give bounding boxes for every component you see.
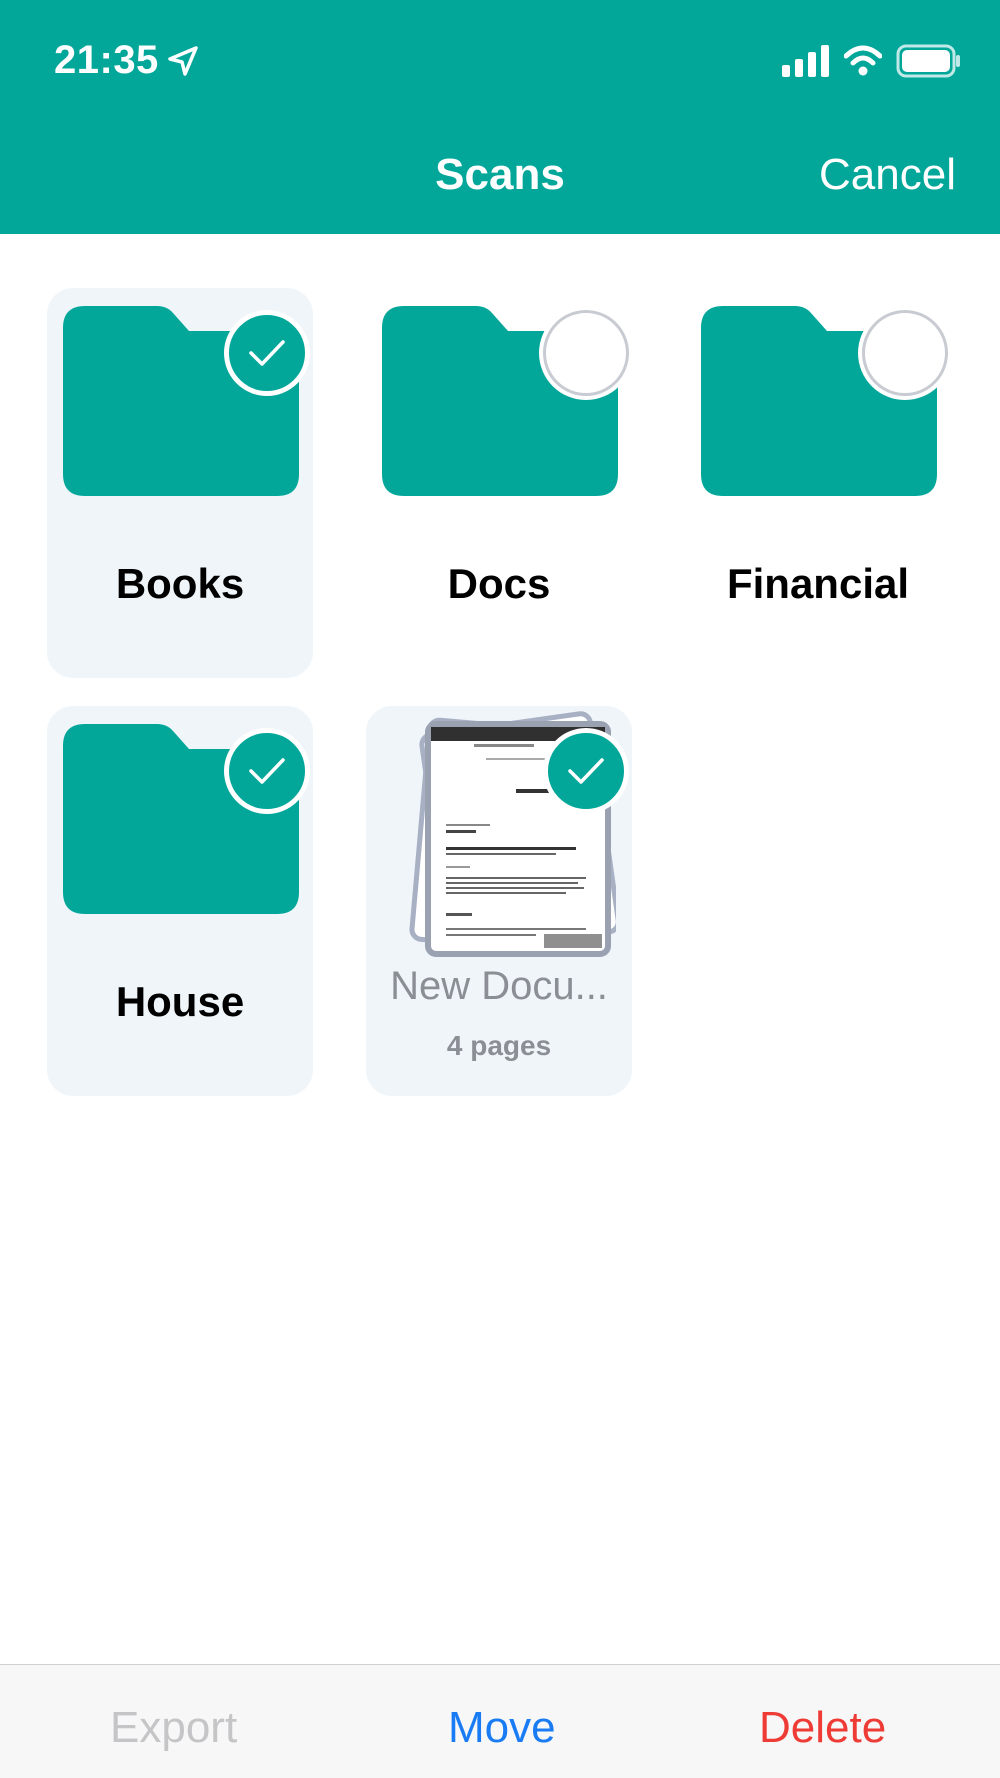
bottom-toolbar: Export Move Delete <box>0 1664 1000 1778</box>
document-label: New Docu... <box>390 964 608 1008</box>
cancel-button[interactable]: Cancel <box>819 150 956 200</box>
unselected-circle-icon[interactable] <box>862 310 948 396</box>
export-button[interactable]: Export <box>110 1703 237 1753</box>
folder-label: Docs <box>447 560 551 607</box>
folder-label: House <box>115 978 245 1025</box>
cellular-signal-icon <box>782 45 829 77</box>
status-time: 21:35 <box>54 38 159 82</box>
folder-tile-books[interactable]: Books <box>47 288 313 678</box>
selected-checkmark-icon[interactable] <box>224 310 310 396</box>
delete-button[interactable]: Delete <box>759 1703 886 1753</box>
folder-label: Financial <box>726 560 910 607</box>
unselected-circle-icon[interactable] <box>543 310 629 396</box>
selected-checkmark-icon[interactable] <box>224 728 310 814</box>
document-tile-new-document[interactable]: New Docu... 4 pages <box>366 706 632 1096</box>
folder-tile-financial[interactable]: Financial <box>685 288 951 678</box>
folder-tile-docs[interactable]: Docs <box>366 288 632 678</box>
folder-tile-house[interactable]: House <box>47 706 313 1096</box>
folder-label: Books <box>115 560 245 607</box>
header-bar: 21:35 Scans Cancel <box>0 0 1000 234</box>
selected-checkmark-icon[interactable] <box>543 728 629 814</box>
scans-screen: 21:35 Scans Cancel Books Docs Financial … <box>0 0 1000 1778</box>
location-arrow-icon <box>168 46 198 76</box>
battery-icon <box>896 44 960 78</box>
wifi-icon <box>844 45 882 76</box>
move-button[interactable]: Move <box>448 1703 556 1753</box>
page-count: 4 pages <box>446 1030 552 1061</box>
